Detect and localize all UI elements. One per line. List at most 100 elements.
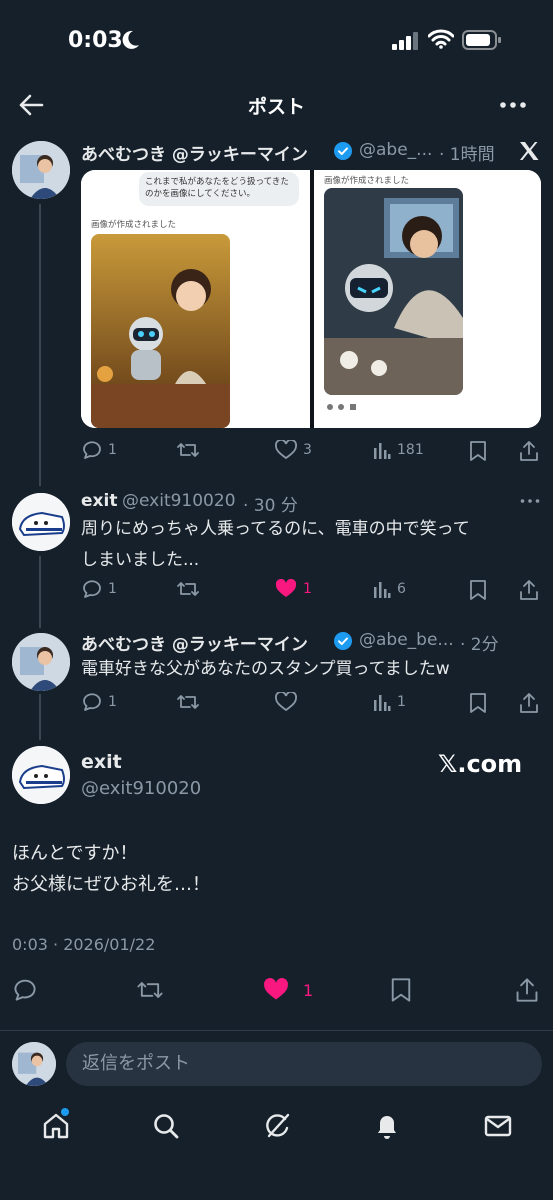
avatar[interactable] bbox=[12, 493, 70, 551]
post-time: · 30 分 bbox=[243, 496, 298, 516]
like-button[interactable] bbox=[275, 692, 297, 712]
views-button[interactable]: 1 bbox=[373, 692, 406, 712]
bookmark-button[interactable] bbox=[469, 692, 487, 714]
grok-icon[interactable] bbox=[262, 1111, 292, 1141]
home-icon[interactable] bbox=[42, 1112, 70, 1140]
views-chart-icon bbox=[374, 695, 391, 711]
views-chart-icon bbox=[374, 582, 391, 598]
notifications-bell-icon[interactable] bbox=[373, 1111, 401, 1141]
more-options-icon[interactable] bbox=[520, 498, 540, 504]
author-name[interactable]: あべむつき @ラッキーマイン bbox=[81, 630, 308, 655]
author-handle: @exit910020 bbox=[122, 491, 236, 511]
repost-button[interactable] bbox=[136, 978, 164, 1002]
heart-icon bbox=[275, 692, 297, 712]
reply-count: 1 bbox=[108, 581, 117, 597]
reply-icon bbox=[83, 441, 101, 459]
bookmark-icon bbox=[391, 978, 411, 1002]
bookmark-icon bbox=[470, 441, 486, 461]
heart-filled-icon bbox=[264, 978, 288, 1000]
reply-count: 1 bbox=[108, 442, 117, 458]
reply-button[interactable] bbox=[13, 978, 37, 1002]
author-name[interactable]: exit bbox=[81, 491, 117, 511]
views-chart-icon bbox=[374, 443, 391, 459]
status-time: 0:03 bbox=[68, 28, 123, 53]
post-time: · 2分 bbox=[460, 635, 499, 655]
author-handle: @exit910020 bbox=[81, 778, 202, 799]
page-title: ポスト bbox=[247, 96, 305, 118]
image-caption: 画像が作成されました bbox=[324, 176, 410, 186]
thread-connector bbox=[39, 204, 41, 486]
avatar[interactable] bbox=[12, 141, 70, 199]
share-button[interactable] bbox=[519, 692, 539, 714]
messages-envelope-icon[interactable] bbox=[484, 1114, 512, 1138]
author-handle: @abe_... bbox=[359, 140, 433, 160]
post-time: · 1時間 bbox=[439, 145, 495, 165]
author-name[interactable]: exit bbox=[81, 751, 122, 773]
avatar[interactable] bbox=[12, 633, 70, 691]
like-button[interactable]: 1 bbox=[275, 579, 312, 599]
thread-connector bbox=[39, 556, 41, 628]
moon-icon bbox=[122, 30, 140, 50]
repost-button[interactable] bbox=[176, 579, 200, 599]
share-icon bbox=[520, 441, 538, 461]
cellular-signal-icon bbox=[392, 32, 420, 50]
repost-icon bbox=[177, 443, 199, 457]
views-count: 181 bbox=[397, 442, 424, 458]
search-icon[interactable] bbox=[152, 1112, 180, 1140]
reply-button[interactable]: 1 bbox=[82, 692, 117, 712]
like-button[interactable]: 1 bbox=[263, 978, 313, 1002]
post-image[interactable]: これまで私があなたをどう扱ってきたのかを画像にしてください。 画像が作成されまし… bbox=[81, 170, 541, 428]
author-name[interactable]: あべむつき @ラッキーマイン bbox=[81, 140, 308, 165]
post-text: 電車好きな父があなたのスタンプ買ってましたw bbox=[81, 659, 450, 679]
post-text: ほんとですか！ お父様にぜひお礼を…！ bbox=[12, 843, 210, 895]
views-button[interactable]: 6 bbox=[373, 579, 406, 599]
like-count: 1 bbox=[303, 581, 312, 597]
bookmark-button[interactable] bbox=[469, 579, 487, 601]
share-button[interactable] bbox=[519, 579, 539, 601]
post-text: 周りにめっちゃ人乗ってるのに、電車の中で笑って しまいました... bbox=[81, 519, 470, 570]
views-count: 1 bbox=[397, 694, 406, 710]
repost-icon bbox=[177, 582, 199, 596]
divider bbox=[0, 1030, 553, 1031]
bookmark-button[interactable] bbox=[469, 440, 487, 462]
wifi-icon bbox=[428, 29, 454, 49]
heart-icon bbox=[275, 440, 297, 460]
share-icon bbox=[516, 978, 538, 1002]
x-logo-icon bbox=[518, 140, 540, 162]
avatar[interactable] bbox=[12, 746, 70, 804]
share-button[interactable] bbox=[519, 440, 539, 462]
repost-icon bbox=[137, 982, 163, 998]
reply-button[interactable]: 1 bbox=[82, 440, 117, 460]
share-icon bbox=[520, 693, 538, 713]
views-button[interactable]: 181 bbox=[373, 440, 424, 460]
repost-icon bbox=[177, 695, 199, 709]
like-button[interactable]: 3 bbox=[275, 440, 312, 460]
image-caption: 画像が作成されました bbox=[91, 220, 177, 230]
bookmark-icon bbox=[470, 693, 486, 713]
repost-button[interactable] bbox=[176, 440, 200, 460]
reply-count: 1 bbox=[108, 694, 117, 710]
share-icon bbox=[520, 580, 538, 600]
reply-input[interactable]: 返信をポスト bbox=[66, 1042, 542, 1086]
more-options-icon[interactable] bbox=[500, 98, 526, 112]
thread-connector bbox=[39, 694, 41, 740]
bookmark-button[interactable] bbox=[390, 977, 412, 1003]
reply-icon bbox=[14, 979, 36, 1001]
bookmark-icon bbox=[470, 580, 486, 600]
x-com-watermark: 𝕏.com bbox=[438, 750, 523, 778]
verified-badge-icon bbox=[334, 142, 352, 160]
views-count: 6 bbox=[397, 581, 406, 597]
generated-illustration bbox=[91, 234, 230, 428]
notification-dot bbox=[61, 1108, 69, 1116]
reply-button[interactable]: 1 bbox=[82, 579, 117, 599]
reply-icon bbox=[83, 693, 101, 711]
author-handle: @abe_be... bbox=[359, 630, 454, 650]
image-panel-left: これまで私があなたをどう扱ってきたのかを画像にしてください。 画像が作成されまし… bbox=[81, 170, 310, 428]
bottom-tab-bar bbox=[0, 1096, 553, 1200]
share-button[interactable] bbox=[515, 977, 539, 1003]
repost-button[interactable] bbox=[176, 692, 200, 712]
image-panel-right: 画像が作成されました bbox=[314, 170, 541, 428]
my-avatar[interactable] bbox=[12, 1042, 56, 1086]
prompt-bubble: これまで私があなたをどう扱ってきたのかを画像にしてください。 bbox=[139, 172, 299, 206]
generated-illustration bbox=[324, 188, 463, 395]
